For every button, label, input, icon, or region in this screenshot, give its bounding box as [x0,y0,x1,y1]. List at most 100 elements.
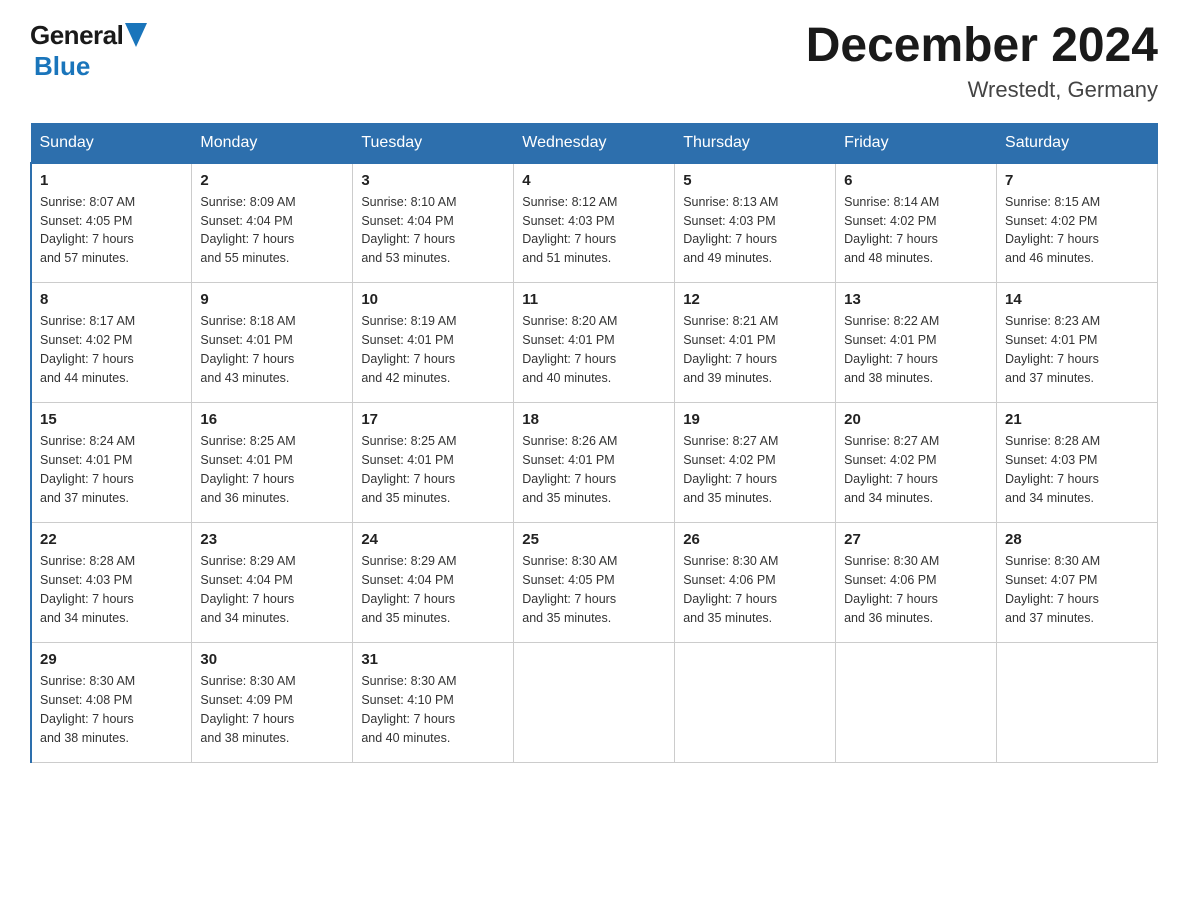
table-row: 7 Sunrise: 8:15 AMSunset: 4:02 PMDaylight… [997,163,1158,283]
day-info: Sunrise: 8:28 AMSunset: 4:03 PMDaylight:… [40,552,183,627]
header-wednesday: Wednesday [514,123,675,163]
header-sunday: Sunday [31,123,192,163]
logo: General Blue [30,20,147,82]
day-number: 6 [844,172,988,189]
table-row: 27Sunrise: 8:30 AMSunset: 4:06 PMDayligh… [836,523,997,643]
day-number: 10 [361,291,505,308]
day-number: 8 [40,291,183,308]
day-number: 7 [1005,172,1149,189]
page-header: General Blue December 2024 Wrestedt, Ger… [30,20,1158,103]
day-info: Sunrise: 8:20 AMSunset: 4:01 PMDaylight:… [522,312,666,387]
table-row: 26Sunrise: 8:30 AMSunset: 4:06 PMDayligh… [675,523,836,643]
table-row: 20 Sunrise: 8:27 AMSunset: 4:02 PMDayligh… [836,403,997,523]
day-info: Sunrise: 8:14 AMSunset: 4:02 PMDaylight:… [844,193,988,268]
day-number: 20 [844,411,988,428]
header-tuesday: Tuesday [353,123,514,163]
day-info: Sunrise: 8:13 AMSunset: 4:03 PMDaylight:… [683,193,827,268]
day-number: 19 [683,411,827,428]
table-row: 8 Sunrise: 8:17 AMSunset: 4:02 PMDaylight… [31,283,192,403]
day-info: Sunrise: 8:30 AMSunset: 4:08 PMDaylight:… [40,672,183,747]
table-row: 15Sunrise: 8:24 AMSunset: 4:01 PMDayligh… [31,403,192,523]
table-row: 4Sunrise: 8:12 AMSunset: 4:03 PMDaylight… [514,163,675,283]
day-info: Sunrise: 8:30 AMSunset: 4:09 PMDaylight:… [200,672,344,747]
day-number: 31 [361,651,505,668]
table-row: 12 Sunrise: 8:21 AMSunset: 4:01 PMDayligh… [675,283,836,403]
table-row: 2 Sunrise: 8:09 AMSunset: 4:04 PMDaylight… [192,163,353,283]
day-info: Sunrise: 8:21 AMSunset: 4:01 PMDaylight:… [683,312,827,387]
calendar-subtitle: Wrestedt, Germany [806,77,1158,103]
day-number: 30 [200,651,344,668]
day-number: 16 [200,411,344,428]
table-row: 1Sunrise: 8:07 AMSunset: 4:05 PMDaylight… [31,163,192,283]
day-info: Sunrise: 8:18 AMSunset: 4:01 PMDaylight:… [200,312,344,387]
day-info: Sunrise: 8:30 AMSunset: 4:05 PMDaylight:… [522,552,666,627]
day-info: Sunrise: 8:24 AMSunset: 4:01 PMDaylight:… [40,432,183,507]
table-row: 6 Sunrise: 8:14 AMSunset: 4:02 PMDaylight… [836,163,997,283]
day-info: Sunrise: 8:17 AMSunset: 4:02 PMDaylight:… [40,312,183,387]
header-friday: Friday [836,123,997,163]
day-info: Sunrise: 8:15 AMSunset: 4:02 PMDaylight:… [1005,193,1149,268]
day-number: 27 [844,531,988,548]
calendar-week-row: 29 Sunrise: 8:30 AMSunset: 4:08 PMDayligh… [31,643,1158,763]
calendar-title: December 2024 [806,20,1158,73]
table-row: 30 Sunrise: 8:30 AMSunset: 4:09 PMDayligh… [192,643,353,763]
table-row: 10 Sunrise: 8:19 AMSunset: 4:01 PMDayligh… [353,283,514,403]
day-info: Sunrise: 8:30 AMSunset: 4:07 PMDaylight:… [1005,552,1149,627]
day-info: Sunrise: 8:30 AMSunset: 4:10 PMDaylight:… [361,672,505,747]
table-row: 11 Sunrise: 8:20 AMSunset: 4:01 PMDayligh… [514,283,675,403]
table-row: 29 Sunrise: 8:30 AMSunset: 4:08 PMDayligh… [31,643,192,763]
table-row: 31 Sunrise: 8:30 AMSunset: 4:10 PMDayligh… [353,643,514,763]
day-number: 21 [1005,411,1149,428]
day-number: 14 [1005,291,1149,308]
day-number: 13 [844,291,988,308]
table-row: 3Sunrise: 8:10 AMSunset: 4:04 PMDaylight… [353,163,514,283]
calendar-week-row: 8 Sunrise: 8:17 AMSunset: 4:02 PMDaylight… [31,283,1158,403]
day-info: Sunrise: 8:27 AMSunset: 4:02 PMDaylight:… [683,432,827,507]
day-number: 23 [200,531,344,548]
table-row [836,643,997,763]
calendar-header-row: Sunday Monday Tuesday Wednesday Thursday… [31,123,1158,163]
table-row: 13Sunrise: 8:22 AMSunset: 4:01 PMDayligh… [836,283,997,403]
table-row: 22 Sunrise: 8:28 AMSunset: 4:03 PMDayligh… [31,523,192,643]
table-row: 21Sunrise: 8:28 AMSunset: 4:03 PMDayligh… [997,403,1158,523]
day-info: Sunrise: 8:19 AMSunset: 4:01 PMDaylight:… [361,312,505,387]
logo-blue: Blue [34,51,90,81]
header-monday: Monday [192,123,353,163]
logo-triangle-icon [125,23,147,47]
header-saturday: Saturday [997,123,1158,163]
table-row: 25Sunrise: 8:30 AMSunset: 4:05 PMDayligh… [514,523,675,643]
table-row: 16Sunrise: 8:25 AMSunset: 4:01 PMDayligh… [192,403,353,523]
table-row: 14 Sunrise: 8:23 AMSunset: 4:01 PMDayligh… [997,283,1158,403]
day-number: 18 [522,411,666,428]
day-number: 24 [361,531,505,548]
day-number: 11 [522,291,666,308]
table-row: 5Sunrise: 8:13 AMSunset: 4:03 PMDaylight… [675,163,836,283]
calendar-week-row: 1Sunrise: 8:07 AMSunset: 4:05 PMDaylight… [31,163,1158,283]
day-number: 22 [40,531,183,548]
day-info: Sunrise: 8:12 AMSunset: 4:03 PMDaylight:… [522,193,666,268]
day-info: Sunrise: 8:23 AMSunset: 4:01 PMDaylight:… [1005,312,1149,387]
table-row: 19 Sunrise: 8:27 AMSunset: 4:02 PMDayligh… [675,403,836,523]
day-info: Sunrise: 8:29 AMSunset: 4:04 PMDaylight:… [200,552,344,627]
day-info: Sunrise: 8:27 AMSunset: 4:02 PMDaylight:… [844,432,988,507]
table-row: 23 Sunrise: 8:29 AMSunset: 4:04 PMDayligh… [192,523,353,643]
table-row [997,643,1158,763]
table-row: 24 Sunrise: 8:29 AMSunset: 4:04 PMDayligh… [353,523,514,643]
day-number: 12 [683,291,827,308]
logo-general: General [30,20,123,51]
day-info: Sunrise: 8:10 AMSunset: 4:04 PMDaylight:… [361,193,505,268]
day-number: 2 [200,172,344,189]
calendar-table: Sunday Monday Tuesday Wednesday Thursday… [30,123,1158,764]
day-info: Sunrise: 8:30 AMSunset: 4:06 PMDaylight:… [683,552,827,627]
day-number: 29 [40,651,183,668]
calendar-week-row: 15Sunrise: 8:24 AMSunset: 4:01 PMDayligh… [31,403,1158,523]
day-number: 17 [361,411,505,428]
day-info: Sunrise: 8:26 AMSunset: 4:01 PMDaylight:… [522,432,666,507]
table-row [675,643,836,763]
calendar-week-row: 22 Sunrise: 8:28 AMSunset: 4:03 PMDayligh… [31,523,1158,643]
day-info: Sunrise: 8:09 AMSunset: 4:04 PMDaylight:… [200,193,344,268]
day-info: Sunrise: 8:25 AMSunset: 4:01 PMDaylight:… [361,432,505,507]
day-info: Sunrise: 8:29 AMSunset: 4:04 PMDaylight:… [361,552,505,627]
table-row: 9Sunrise: 8:18 AMSunset: 4:01 PMDaylight… [192,283,353,403]
table-row [514,643,675,763]
